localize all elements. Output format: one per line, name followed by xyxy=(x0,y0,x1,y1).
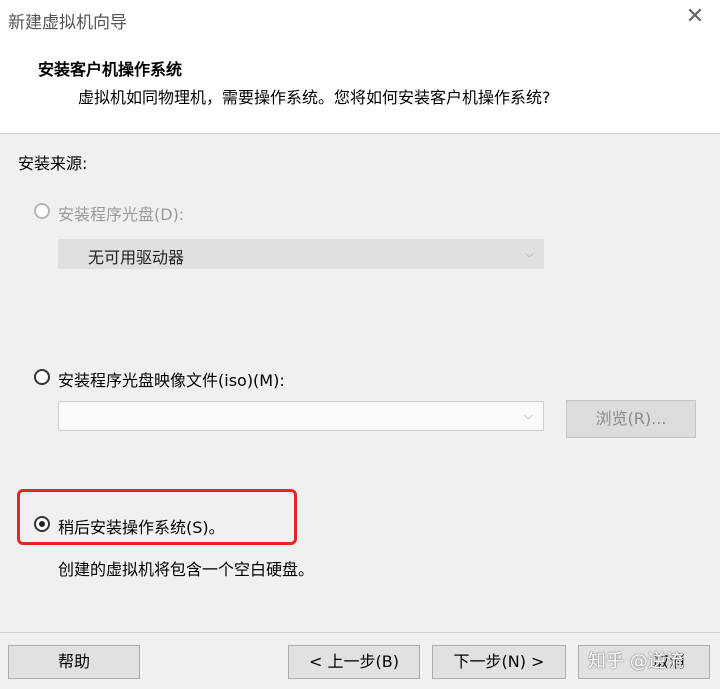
help-button[interactable]: 帮助 xyxy=(8,645,140,679)
iso-path-dropdown[interactable]: ⌵ xyxy=(58,401,544,431)
page-title: 安装客户机操作系统 xyxy=(38,60,183,79)
wizard-header: 安装客户机操作系统 虚拟机如同物理机，需要操作系统。您将如何安装客户机操作系统? xyxy=(0,38,720,134)
next-button[interactable]: 下一步(N) > xyxy=(432,645,566,679)
install-source-label: 安装来源: xyxy=(18,154,88,173)
title-bar: 新建虚拟机向导 ✕ xyxy=(0,0,720,38)
disc-drive-dropdown[interactable]: 无可用驱动器 ⌵ xyxy=(58,239,544,269)
close-icon[interactable]: ✕ xyxy=(684,6,706,28)
iso-option-label: 安装程序光盘映像文件(iso)(M): xyxy=(58,371,285,390)
footer-divider xyxy=(0,632,720,633)
install-later-label: 稍后安装操作系统(S)。 xyxy=(58,518,225,537)
back-button[interactable]: < 上一步(B) xyxy=(288,645,420,679)
browse-button[interactable]: 浏览(R)... xyxy=(566,400,696,438)
disc-option-label: 安装程序光盘(D): xyxy=(58,205,185,224)
install-later-description: 创建的虚拟机将包含一个空白硬盘。 xyxy=(58,560,315,579)
watermark: 知乎 @逆流 xyxy=(588,651,684,672)
disc-drive-value: 无可用驱动器 xyxy=(88,248,185,267)
window-title: 新建虚拟机向导 xyxy=(8,13,127,33)
page-subtitle: 虚拟机如同物理机，需要操作系统。您将如何安装客户机操作系统? xyxy=(78,88,551,107)
iso-radio[interactable] xyxy=(34,369,50,385)
chevron-down-icon: ⌵ xyxy=(523,408,533,423)
install-later-radio[interactable] xyxy=(34,516,50,532)
chevron-down-icon: ⌵ xyxy=(524,246,534,261)
disc-radio[interactable] xyxy=(34,203,50,219)
